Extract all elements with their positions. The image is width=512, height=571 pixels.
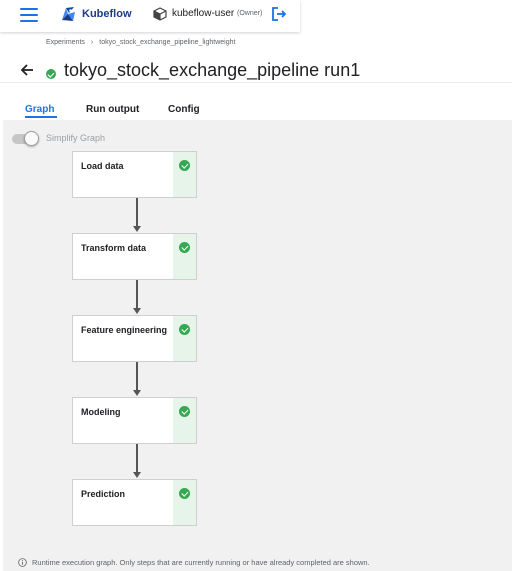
logout-icon[interactable] [271,6,287,22]
hamburger-menu-icon[interactable] [20,8,38,23]
graph-edge [136,362,138,390]
tab-run-output[interactable]: Run output [86,104,139,115]
back-arrow-icon[interactable] [20,63,34,77]
tab-config[interactable]: Config [168,104,200,115]
namespace-role: (Owner) [237,10,263,17]
breadcrumb: Experiments › tokyo_stock_exchange_pipel… [46,39,235,46]
node-label: Prediction [81,489,126,499]
graph-edge [136,280,138,308]
graph-footer-note: Runtime execution graph. Only steps that… [18,558,370,567]
info-icon [18,558,27,567]
tab-graph[interactable]: Graph [25,104,54,115]
graph-node-load-data[interactable]: Load data [72,151,197,198]
check-circle-icon [179,488,190,499]
run-status-check-icon [46,69,56,79]
brand-name[interactable]: Kubeflow [82,8,132,20]
tab-bar: Graph Run output Config [0,82,512,122]
graph-node-prediction[interactable]: Prediction [72,479,197,526]
active-tab-indicator [25,116,57,118]
breadcrumb-experiment-name[interactable]: tokyo_stock_exchange_pipeline_lightweigh… [99,39,235,46]
breadcrumb-separator: › [90,39,94,46]
edge-arrowhead [132,226,141,232]
edge-arrowhead [132,308,141,314]
breadcrumb-experiments[interactable]: Experiments [46,39,85,46]
node-status-column [173,152,196,197]
node-label: Feature engineering [81,325,168,335]
simplify-graph-toggle[interactable] [12,131,39,146]
node-label: Transform data [81,243,147,253]
node-status-column [173,398,196,443]
node-label: Modeling [81,407,121,417]
page-title: tokyo_stock_exchange_pipeline run1 [64,60,361,80]
edge-arrowhead [132,390,141,396]
top-bar: Kubeflow kubeflow-user (Owner) [0,0,300,32]
check-circle-icon [179,242,190,253]
edge-arrowhead [132,472,141,478]
graph-edge [136,444,138,472]
footer-text: Runtime execution graph. Only steps that… [32,558,370,567]
graph-node-feature-engineering[interactable]: Feature engineering [72,315,197,362]
check-circle-icon [179,406,190,417]
check-circle-icon [179,324,190,335]
graph-edge [136,198,138,226]
graph-node-modeling[interactable]: Modeling [72,397,197,444]
node-status-column [173,234,196,279]
namespace-selector[interactable]: kubeflow-user [172,8,234,19]
check-circle-icon [179,160,190,171]
node-status-column [173,316,196,361]
simplify-graph-label: Simplify Graph [46,133,106,143]
graph-node-transform-data[interactable]: Transform data [72,233,197,280]
node-status-column [173,480,196,525]
node-label: Load data [81,161,124,171]
cube-icon [153,7,167,21]
kubeflow-logo-icon[interactable] [58,4,78,24]
